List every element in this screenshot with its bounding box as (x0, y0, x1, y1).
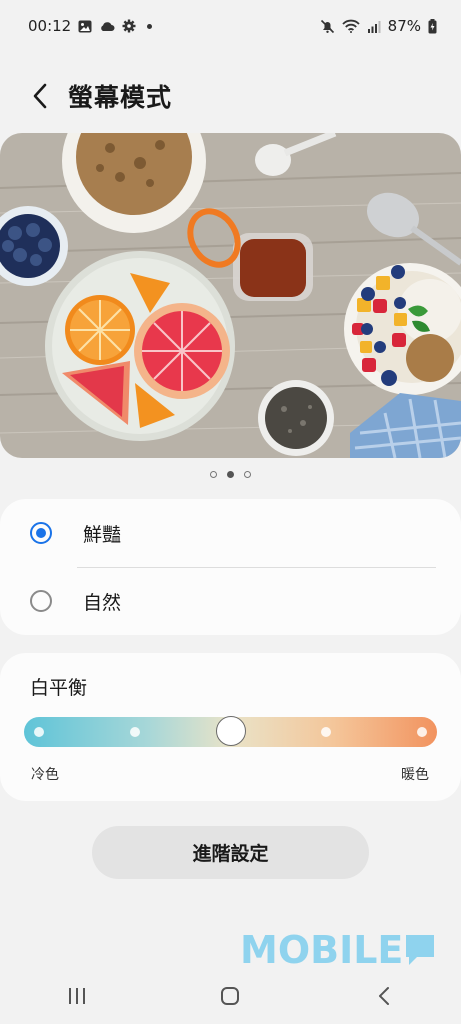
mode-option-natural[interactable]: 自然 (0, 567, 461, 635)
radio-unselected-icon[interactable] (30, 590, 52, 612)
mode-label-vivid: 鮮豔 (83, 523, 122, 546)
page-indicator (0, 471, 461, 478)
recent-apps-icon (68, 988, 85, 1004)
battery-percent: 87% (387, 17, 421, 35)
page-dot[interactable] (210, 471, 217, 478)
battery-icon (428, 18, 437, 34)
divider (77, 567, 436, 568)
home-button[interactable] (200, 972, 260, 1020)
mode-option-vivid[interactable]: 鮮豔 (0, 499, 461, 567)
watermark-text: MOBILE (240, 928, 404, 972)
white-balance-slider[interactable] (24, 716, 437, 747)
dot-icon (147, 23, 153, 29)
navigation-bar (0, 968, 461, 1024)
chevron-left-icon (33, 83, 47, 109)
slider-tick (34, 727, 44, 737)
header: 螢幕模式 (0, 70, 461, 122)
status-right: 87% (320, 17, 437, 35)
mute-icon (320, 19, 335, 34)
warm-label: 暖色 (401, 767, 429, 783)
status-left: 00:12 (28, 17, 153, 35)
gallery-icon (78, 20, 92, 33)
cool-label: 冷色 (31, 767, 59, 783)
watermark-logo: MOBILE (240, 928, 435, 972)
slider-tick (321, 727, 331, 737)
status-bar: 00:12 87% (0, 0, 461, 52)
cloud-icon (99, 21, 115, 32)
back-icon (379, 987, 390, 1005)
back-nav-button[interactable] (354, 972, 414, 1020)
mode-label-natural: 自然 (83, 591, 122, 614)
page-title: 螢幕模式 (68, 83, 173, 112)
slider-thumb[interactable] (216, 716, 246, 746)
home-icon (221, 987, 240, 1005)
white-balance-title: 白平衡 (30, 677, 88, 699)
slider-tick (130, 727, 140, 737)
preview-image[interactable] (0, 133, 461, 458)
recent-apps-button[interactable] (47, 972, 107, 1020)
page-dot-active[interactable] (227, 471, 234, 478)
slider-tick (417, 727, 427, 737)
radio-selected-icon[interactable] (30, 522, 52, 544)
wifi-icon (342, 19, 360, 33)
back-button[interactable] (20, 76, 60, 116)
signal-icon (367, 20, 381, 33)
speech-bubble-icon (406, 935, 435, 965)
status-time: 00:12 (28, 17, 72, 35)
page-dot[interactable] (244, 471, 251, 478)
settings-icon (122, 19, 136, 33)
advanced-settings-button[interactable]: 進階設定 (92, 826, 369, 879)
